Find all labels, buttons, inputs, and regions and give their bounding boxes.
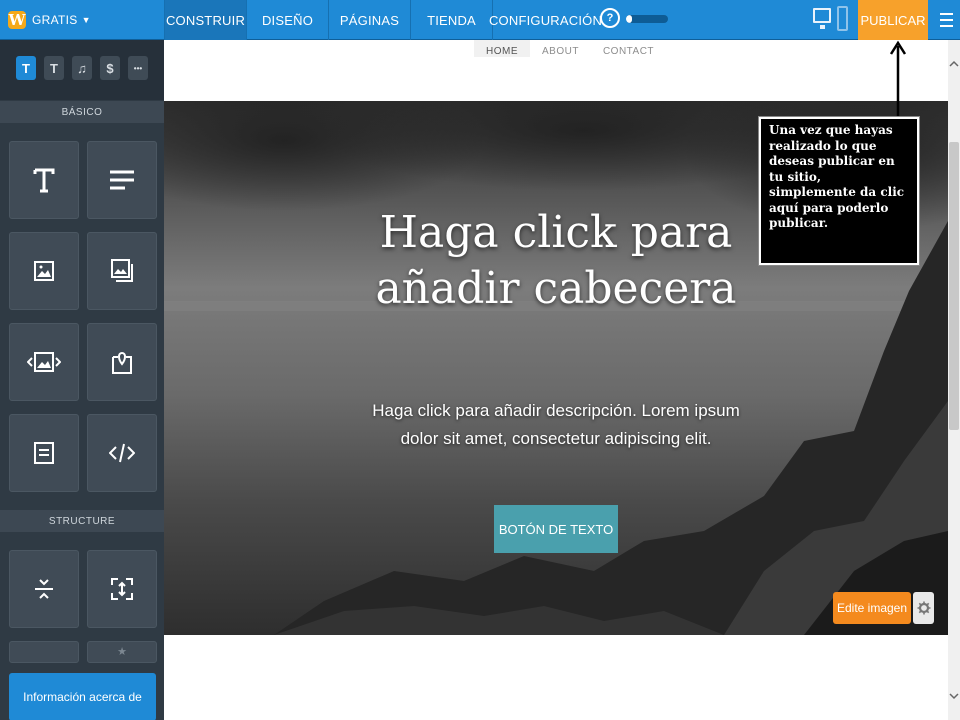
hero-settings-button[interactable] bbox=[913, 592, 934, 624]
elements-sidebar: T T ♫ $ ••• BÁSICO STRUCTURE ★ Informaci… bbox=[0, 40, 164, 720]
site-nav: HOME ABOUT CONTACT bbox=[474, 40, 666, 57]
spacer-icon bbox=[111, 578, 133, 600]
site-nav-home[interactable]: HOME bbox=[474, 40, 530, 57]
map-element-tile[interactable] bbox=[87, 323, 157, 401]
hero-text-button[interactable]: BOTÓN DE TEXTO bbox=[494, 505, 618, 553]
menu-icon[interactable] bbox=[932, 0, 960, 40]
more-category-icon[interactable]: ••• bbox=[128, 56, 148, 80]
canvas-scrollbar[interactable] bbox=[948, 40, 960, 720]
edit-image-button[interactable]: Edite imagen bbox=[833, 592, 911, 624]
info-button[interactable]: Información acerca de bbox=[9, 673, 156, 720]
gear-icon bbox=[917, 601, 930, 615]
desktop-icon[interactable] bbox=[813, 8, 831, 29]
layout-category-icon[interactable]: T bbox=[44, 56, 64, 80]
embed-code-element-tile[interactable] bbox=[87, 414, 157, 492]
spacer-element-tile[interactable] bbox=[87, 550, 157, 628]
commerce-category-icon[interactable]: $ bbox=[100, 56, 120, 80]
title-element-tile[interactable] bbox=[9, 141, 79, 219]
section-heading-basico: BÁSICO bbox=[0, 101, 164, 123]
weebly-logo: W bbox=[8, 11, 26, 29]
contact-form-icon bbox=[34, 442, 54, 464]
element-tile[interactable]: ★ bbox=[87, 641, 157, 663]
text-icon bbox=[110, 170, 134, 190]
help-icon[interactable]: ? bbox=[600, 8, 620, 28]
nav-item-construir[interactable]: CONSTRUIR bbox=[164, 0, 246, 40]
progress-fill bbox=[626, 15, 633, 23]
embed-code-icon bbox=[109, 443, 135, 463]
publish-button[interactable]: PUBLICAR bbox=[858, 0, 928, 40]
star-icon: ★ bbox=[117, 646, 127, 658]
hero-description[interactable]: Haga click para añadir descripción. Lore… bbox=[354, 397, 758, 453]
element-tile[interactable] bbox=[9, 641, 79, 663]
main-nav: CONSTRUIR DISEÑO PÁGINAS TIENDA CONFIGUR… bbox=[164, 0, 602, 40]
hero-title[interactable]: Haga click para añadir cabecera bbox=[364, 205, 748, 317]
site-nav-contact[interactable]: CONTACT bbox=[591, 40, 666, 57]
site-nav-about[interactable]: ABOUT bbox=[530, 40, 591, 57]
title-icon bbox=[33, 168, 55, 193]
nav-item-diseno[interactable]: DISEÑO bbox=[246, 0, 328, 40]
scroll-down-icon[interactable] bbox=[948, 690, 960, 702]
gallery-icon bbox=[111, 259, 133, 282]
category-tabs: T T ♫ $ ••• bbox=[0, 40, 164, 100]
slideshow-icon bbox=[27, 352, 61, 372]
nav-item-tienda[interactable]: TIENDA bbox=[410, 0, 492, 40]
scroll-up-icon[interactable] bbox=[948, 58, 960, 70]
image-icon bbox=[34, 261, 54, 281]
contact-form-element-tile[interactable] bbox=[9, 414, 79, 492]
top-bar: W GRATIS ▼ CONSTRUIR DISEÑO PÁGINAS TIEN… bbox=[0, 0, 960, 40]
divider-element-tile[interactable] bbox=[9, 550, 79, 628]
nav-item-paginas[interactable]: PÁGINAS bbox=[328, 0, 410, 40]
callout-arrow-icon bbox=[889, 40, 907, 120]
nav-item-configuracion[interactable]: CONFIGURACIÓN bbox=[489, 0, 602, 40]
scroll-thumb[interactable] bbox=[949, 142, 959, 430]
text-category-icon[interactable]: T bbox=[16, 56, 36, 80]
section-heading-structure: STRUCTURE bbox=[0, 510, 164, 532]
text-element-tile[interactable] bbox=[87, 141, 157, 219]
chevron-down-icon: ▼ bbox=[81, 15, 91, 25]
map-icon bbox=[112, 351, 132, 374]
publish-callout: Una vez que hayas realizado lo que desea… bbox=[758, 116, 920, 266]
setup-progress-bar bbox=[626, 15, 668, 23]
plan-label: GRATIS bbox=[32, 13, 78, 27]
divider-icon bbox=[35, 579, 53, 599]
image-element-tile[interactable] bbox=[9, 232, 79, 310]
gallery-element-tile[interactable] bbox=[87, 232, 157, 310]
music-category-icon[interactable]: ♫ bbox=[72, 56, 92, 80]
mobile-icon[interactable] bbox=[837, 6, 848, 31]
plan-menu[interactable]: W GRATIS ▼ bbox=[0, 0, 164, 40]
slideshow-element-tile[interactable] bbox=[9, 323, 79, 401]
